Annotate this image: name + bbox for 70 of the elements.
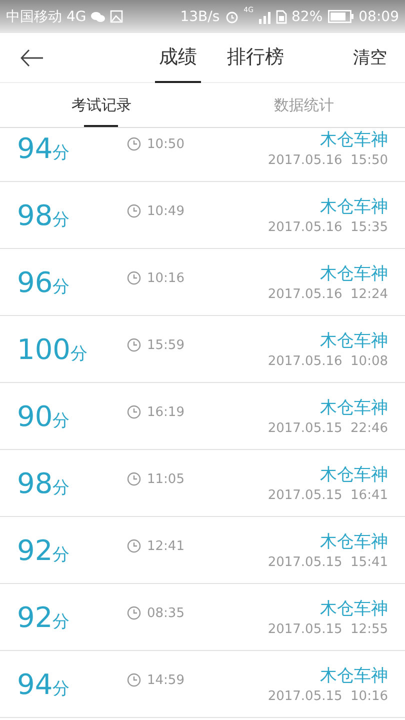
score-label: 98分 — [17, 466, 71, 500]
record-row[interactable]: 98分 11:05 木仓车神 2017.05.15 16:41 — [0, 450, 405, 517]
date-label: 2017.05.15 16:41 — [268, 488, 388, 503]
duration-label: 10:16 — [147, 270, 184, 286]
record-row[interactable]: 98分 10:49 木仓车神 2017.05.16 15:35 — [0, 182, 405, 249]
duration-label: 12:41 — [147, 538, 184, 554]
image-icon — [110, 10, 124, 23]
record-row[interactable]: 92分 12:41 木仓车神 2017.05.15 15:41 — [0, 517, 405, 584]
duration-label: 16:19 — [147, 404, 184, 420]
battery-label: 82% — [292, 8, 323, 24]
user-name: 木仓车神 — [320, 665, 388, 687]
back-icon[interactable] — [20, 48, 44, 66]
score-label: 92分 — [17, 534, 71, 566]
duration-label: 11:05 — [147, 472, 184, 486]
clock-icon — [127, 271, 141, 285]
date-label: 2017.05.16 10:08 — [268, 354, 388, 369]
score-label: 98分 — [17, 198, 71, 232]
user-name: 木仓车神 — [320, 598, 388, 620]
date-label: 2017.05.16 15:35 — [268, 220, 388, 235]
user-name: 木仓车神 — [320, 263, 388, 285]
score-label: 94分 — [17, 132, 71, 164]
score-label: 94分 — [17, 668, 71, 700]
sub-tab[interactable]: 考试记录 — [0, 83, 202, 127]
duration-label: 08:35 — [147, 606, 184, 620]
record-row[interactable]: 90分 16:19 木仓车神 2017.05.15 22:46 — [0, 383, 405, 450]
clock-icon — [127, 539, 141, 553]
date-label: 2017.05.16 12:24 — [268, 287, 388, 302]
score-label: 100分 — [17, 332, 88, 366]
duration-label: 14:59 — [147, 672, 184, 688]
user-name: 木仓车神 — [320, 196, 388, 218]
header-tab[interactable]: 成绩 — [155, 33, 201, 83]
date-label: 2017.05.16 15:50 — [268, 153, 388, 168]
score-label: 92分 — [17, 600, 71, 634]
record-row[interactable]: 94分 10:50 木仓车神 2017.05.16 15:50 — [0, 128, 405, 182]
clock-icon — [127, 137, 141, 151]
header-tab[interactable]: 排行榜 — [223, 33, 288, 83]
date-label: 2017.05.15 22:46 — [268, 421, 388, 436]
sim-icon — [276, 10, 287, 24]
clock-icon — [127, 204, 141, 218]
chat-icon — [91, 10, 106, 22]
clock-icon — [127, 405, 141, 419]
signal-icon — [258, 10, 271, 24]
user-name: 木仓车神 — [320, 397, 388, 419]
score-label: 90分 — [17, 400, 71, 432]
clock-icon — [127, 472, 141, 486]
clear-button[interactable]: 清空 — [353, 33, 387, 82]
record-row[interactable]: 96分 10:16 木仓车神 2017.05.16 12:24 — [0, 249, 405, 316]
sub-tab[interactable]: 数据统计 — [202, 83, 405, 127]
carrier-label: 中国移动 4G — [6, 8, 86, 26]
alarm-icon — [224, 10, 239, 24]
duration-label: 10:50 — [147, 136, 184, 152]
date-label: 2017.05.15 10:16 — [268, 689, 388, 704]
user-name: 木仓车神 — [320, 464, 388, 486]
user-name: 木仓车神 — [320, 531, 388, 553]
speed-label: 13B/s — [180, 8, 220, 24]
user-name: 木仓车神 — [320, 129, 388, 151]
user-name: 木仓车神 — [320, 330, 388, 352]
score-label: 96分 — [17, 266, 71, 298]
record-row[interactable]: 94分 14:59 木仓车神 2017.05.15 10:16 — [0, 651, 405, 718]
clock-label: 08:09 — [358, 8, 399, 24]
clock-icon — [127, 673, 141, 687]
record-row[interactable]: 100分 15:59 木仓车神 2017.05.16 10:08 — [0, 316, 405, 383]
record-row[interactable]: 92分 08:35 木仓车神 2017.05.15 12:55 — [0, 584, 405, 651]
date-label: 2017.05.15 12:55 — [268, 622, 388, 637]
battery-icon — [328, 10, 354, 23]
clock-icon — [127, 606, 141, 620]
duration-label: 15:59 — [147, 338, 184, 352]
date-label: 2017.05.15 15:41 — [268, 555, 388, 570]
duration-label: 10:49 — [147, 204, 184, 218]
clock-icon — [127, 338, 141, 352]
